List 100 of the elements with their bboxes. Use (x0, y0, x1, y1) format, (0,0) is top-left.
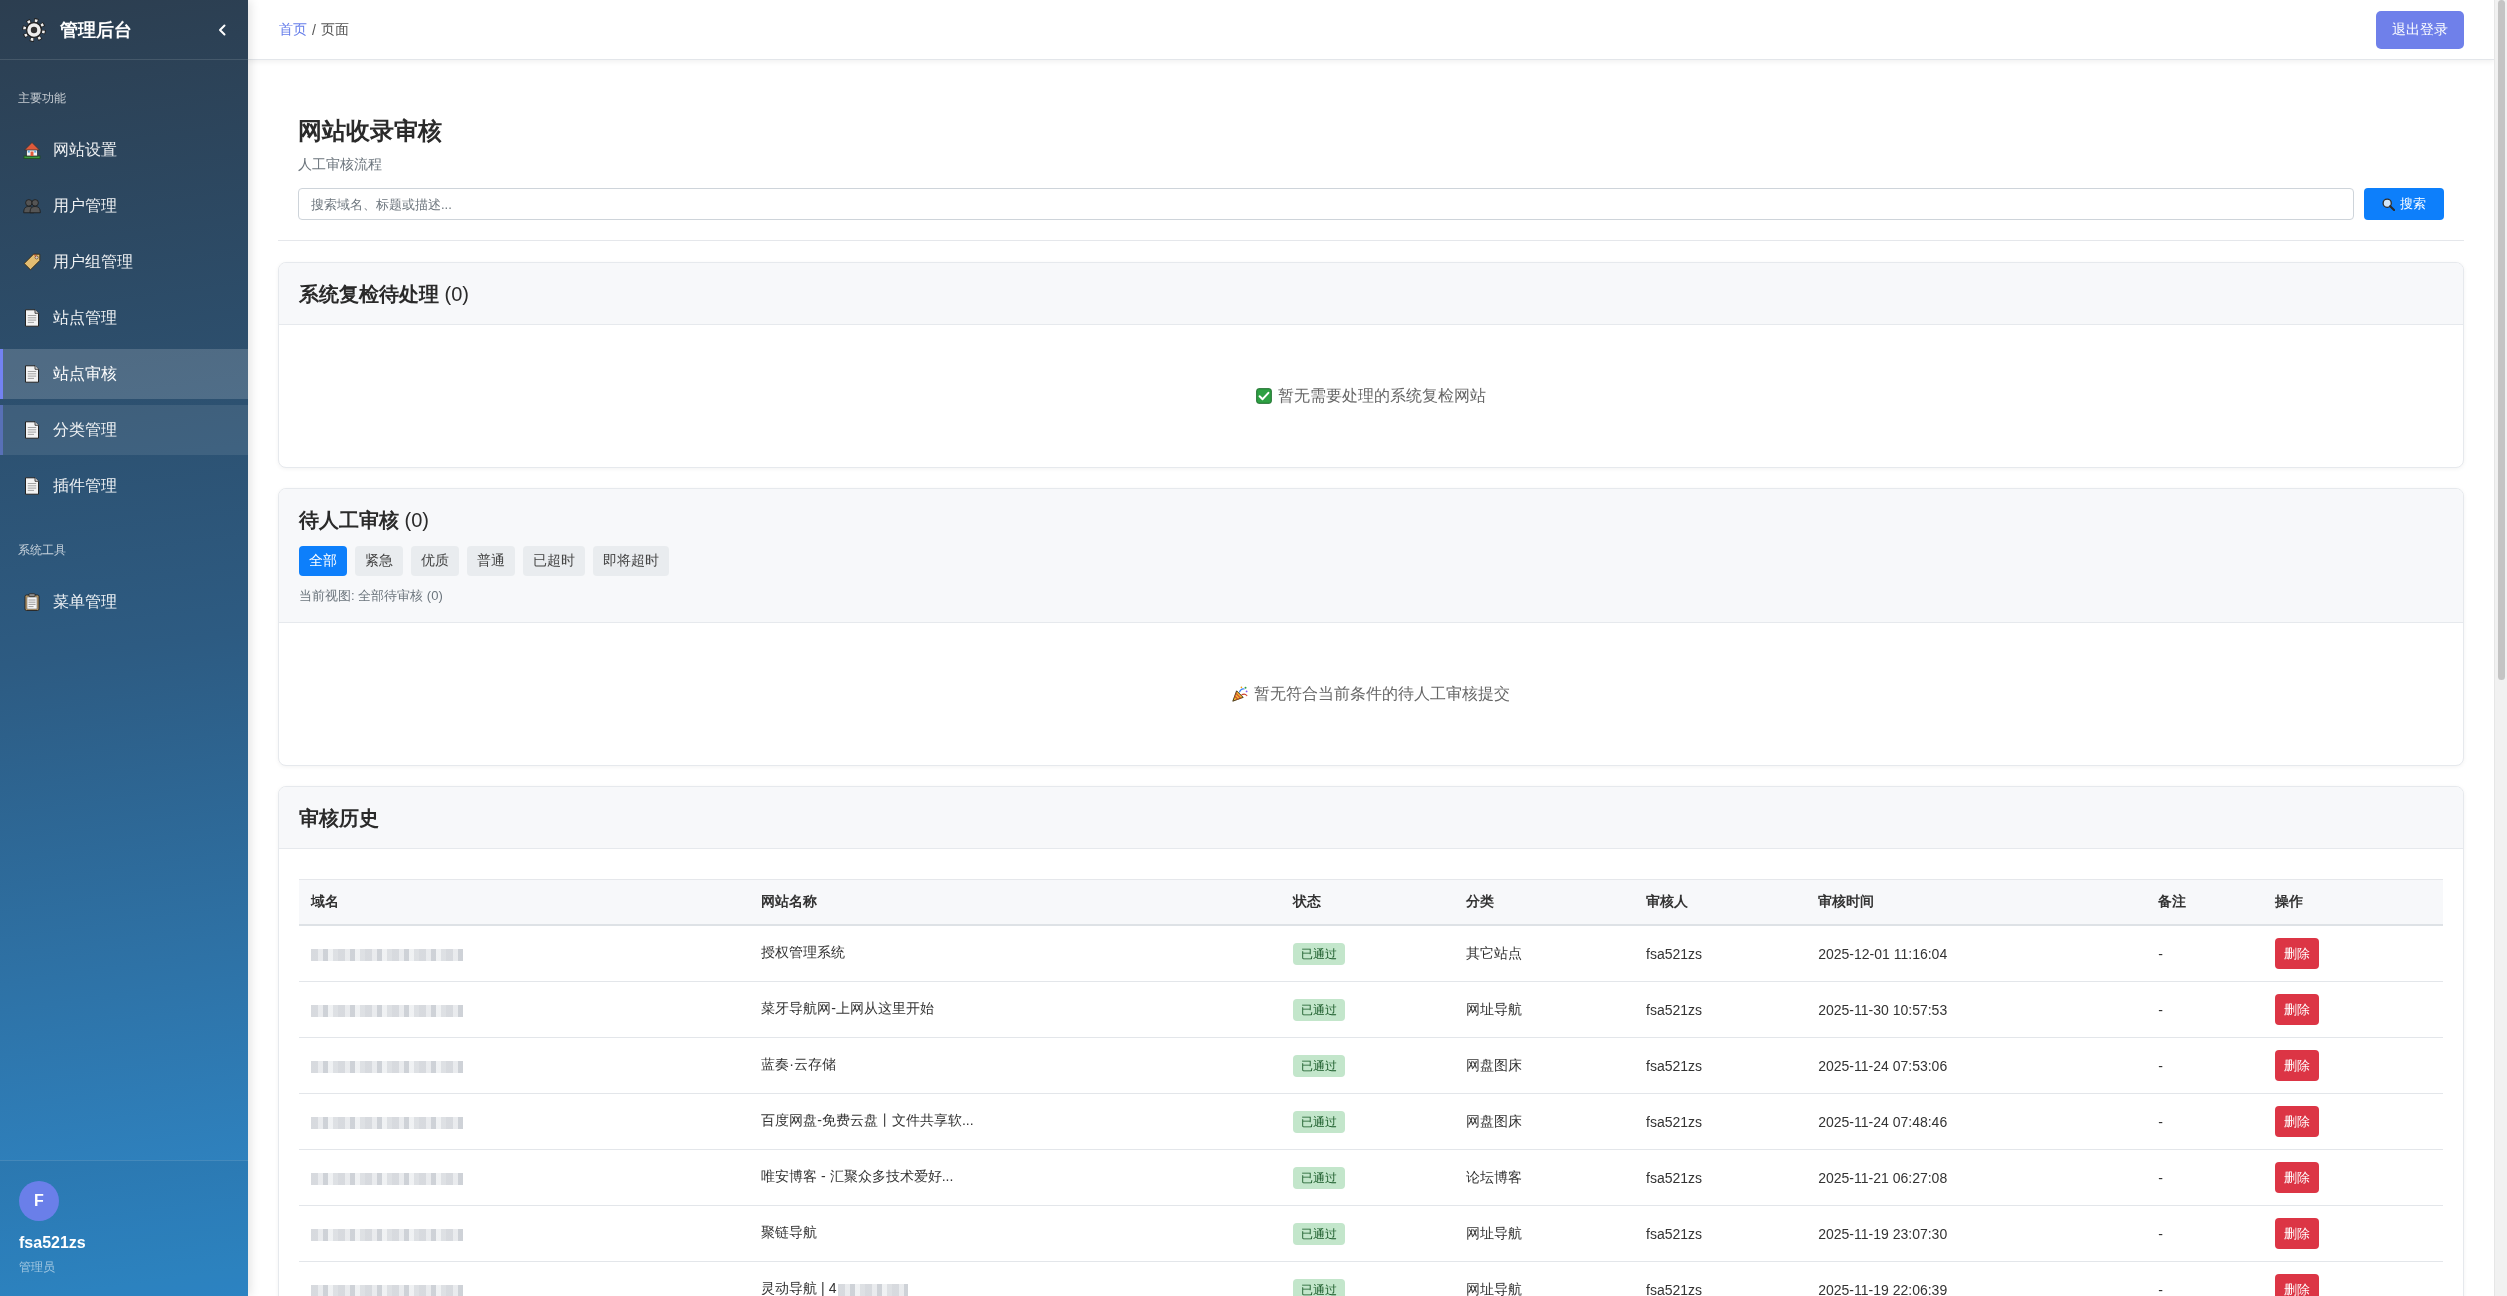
document-icon (23, 421, 41, 439)
scrollbar-thumb[interactable] (2497, 0, 2505, 680)
breadcrumb-separator: / (312, 21, 316, 38)
table-cell: - (2146, 1037, 2264, 1094)
card-title: 待人工审核 (0) (299, 508, 430, 533)
table-cell: 2025-11-24 07:53:06 (1806, 1037, 2147, 1094)
filter-tab[interactable]: 普通 (467, 546, 515, 576)
filter-tab[interactable]: 优质 (411, 546, 459, 576)
party-popper-icon (1232, 686, 1248, 702)
table-cell: 百度网盘-免费云盘丨文件共享软... (761, 1112, 974, 1129)
card-title: 系统复检待处理 (0) (299, 282, 470, 307)
table-cell: 网盘图床 (1453, 1093, 1635, 1150)
delete-button[interactable]: 删除 (2275, 1162, 2320, 1193)
document-icon (23, 309, 41, 327)
scrollbar[interactable] (2494, 0, 2507, 1296)
column-header: 状态 (1280, 879, 1454, 925)
card-title: 审核历史 (299, 806, 380, 831)
clipboard-icon (23, 593, 41, 611)
delete-button[interactable]: 删除 (2275, 938, 2320, 969)
status-badge: 已通过 (1292, 1110, 1345, 1133)
table-cell: - (2146, 1093, 2264, 1150)
house-icon (23, 141, 41, 159)
breadcrumb-current: 页面 (320, 20, 349, 39)
table-cell: 菜牙导航网-上网从这里开始 (761, 1000, 934, 1017)
sidebar-item[interactable]: 用户组管理 (0, 237, 248, 287)
column-header: 审核人 (1634, 879, 1807, 925)
status-badge: 已通过 (1292, 942, 1345, 965)
sidebar-item[interactable]: 网站设置 (0, 125, 248, 175)
status-badge: 已通过 (1292, 1222, 1345, 1245)
filter-tab[interactable]: 即将超时 (593, 546, 669, 576)
logout-button[interactable]: 退出登录 (2376, 10, 2464, 49)
column-header: 分类 (1453, 879, 1635, 925)
column-header: 审核时间 (1806, 879, 2147, 925)
table-cell: 2025-12-01 11:16:04 (1806, 925, 2147, 982)
column-header: 网站名称 (749, 879, 1281, 925)
table-cell: 其它站点 (1453, 925, 1635, 982)
gear-icon (22, 17, 46, 42)
column-header: 备注 (2146, 879, 2264, 925)
users-icon (23, 197, 41, 215)
delete-button[interactable]: 删除 (2275, 1106, 2320, 1137)
table-cell: 网址导航 (1453, 981, 1635, 1038)
table-cell: 灵动导航 | 4 (761, 1280, 837, 1296)
table-cell: 聚链导航 (761, 1224, 818, 1241)
status-badge: 已通过 (1292, 998, 1345, 1021)
filter-tab[interactable]: 已超时 (523, 546, 585, 576)
tag-icon (23, 253, 41, 271)
table-cell: 蓝奏·云存储 (761, 1056, 836, 1073)
avatar: F (19, 1181, 59, 1221)
search-button[interactable]: 搜索 (2364, 188, 2444, 220)
table-cell: fsa521zs (1634, 1037, 1807, 1094)
column-header: 操作 (2263, 879, 2443, 925)
sidebar-section-label: 系统工具 (17, 542, 66, 559)
table-cell: - (2146, 1261, 2264, 1296)
column-header: 域名 (299, 879, 750, 925)
sidebar-item[interactable]: 分类管理 (0, 405, 248, 455)
document-icon (23, 365, 41, 383)
collapse-chevron-icon[interactable] (218, 23, 226, 36)
sidebar-item[interactable]: 站点管理 (0, 293, 248, 343)
table-cell: fsa521zs (1634, 1093, 1807, 1150)
status-badge: 已通过 (1292, 1054, 1345, 1077)
table-cell: 2025-11-21 06:27:08 (1806, 1149, 2147, 1206)
brand-title: 管理后台 (60, 18, 132, 42)
delete-button[interactable]: 删除 (2275, 1218, 2320, 1249)
table-cell: 2025-11-24 07:48:46 (1806, 1093, 2147, 1150)
filter-tab[interactable]: 全部 (299, 546, 347, 576)
sidebar-section-label: 主要功能 (17, 90, 66, 107)
filter-tab[interactable]: 紧急 (355, 546, 403, 576)
status-badge: 已通过 (1292, 1166, 1345, 1189)
sidebar-item[interactable]: 菜单管理 (0, 577, 248, 627)
table-cell: fsa521zs (1634, 925, 1807, 982)
table-cell: - (2146, 981, 2264, 1038)
table-cell: fsa521zs (1634, 1149, 1807, 1206)
table-cell: fsa521zs (1634, 981, 1807, 1038)
table-cell: fsa521zs (1634, 1205, 1807, 1262)
document-icon (23, 477, 41, 495)
sidebar-item[interactable]: 插件管理 (0, 461, 248, 511)
delete-button[interactable]: 删除 (2275, 1050, 2320, 1081)
delete-button[interactable]: 删除 (2275, 994, 2320, 1025)
table-cell: 2025-11-19 23:07:30 (1806, 1205, 2147, 1262)
empty-message: 暂无需要处理的系统复检网站 (1278, 386, 1486, 406)
table-cell: - (2146, 925, 2264, 982)
table-cell: 授权管理系统 (761, 944, 846, 961)
table-cell: 论坛博客 (1453, 1149, 1635, 1206)
table-cell: 网址导航 (1453, 1261, 1635, 1296)
table-cell: 2025-11-30 10:57:53 (1806, 981, 2147, 1038)
breadcrumb-link[interactable]: 首页 (279, 20, 307, 39)
status-badge: 已通过 (1292, 1278, 1345, 1296)
table-cell: - (2146, 1149, 2264, 1206)
table-cell: - (2146, 1205, 2264, 1262)
user-name: fsa521zs (19, 1233, 86, 1253)
table-cell: 2025-11-19 22:06:39 (1806, 1261, 2147, 1296)
search-field[interactable]: 搜索域名、标题或描述... (298, 188, 2354, 220)
table-cell: fsa521zs (1634, 1261, 1807, 1296)
table-cell: 网盘图床 (1453, 1037, 1635, 1094)
sidebar-item[interactable]: 用户管理 (0, 181, 248, 231)
page-title: 网站收录审核 (298, 116, 443, 146)
table-cell: 网址导航 (1453, 1205, 1635, 1262)
delete-button[interactable]: 删除 (2275, 1274, 2320, 1296)
user-role: 管理员 (19, 1259, 55, 1275)
sidebar-item[interactable]: 站点审核 (0, 349, 248, 399)
